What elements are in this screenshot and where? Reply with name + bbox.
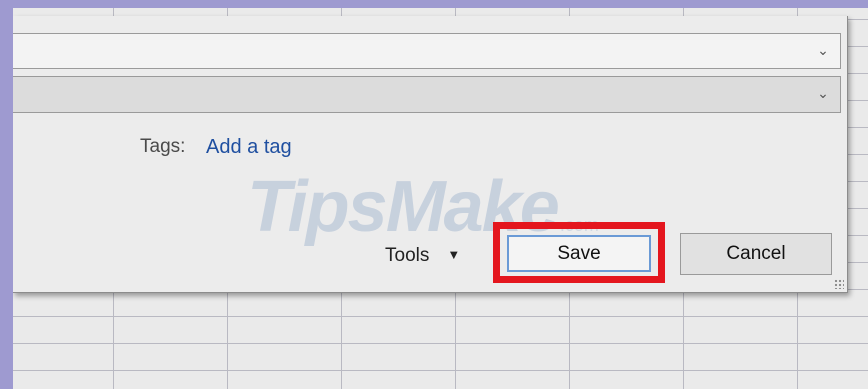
save-button[interactable]: Save — [507, 235, 651, 272]
chevron-down-icon[interactable]: ⌄ — [816, 86, 830, 100]
tools-menu-button[interactable]: Tools ▼ — [385, 245, 460, 267]
top-combobox[interactable]: ⌄ — [13, 33, 841, 69]
screen: ⌄ ⌄ Tags: Add a tag TipsMake .com Tools ▼ … — [13, 8, 868, 389]
tools-label: Tools — [385, 245, 430, 266]
second-combobox[interactable]: ⌄ — [13, 76, 841, 113]
cancel-button[interactable]: Cancel — [680, 233, 832, 275]
resize-grip-icon[interactable] — [834, 279, 844, 289]
save-button-label: Save — [557, 242, 601, 264]
chevron-down-icon[interactable]: ⌄ — [816, 43, 830, 57]
add-tag-link[interactable]: Add a tag — [206, 136, 292, 159]
save-as-dialog: ⌄ ⌄ Tags: Add a tag TipsMake .com Tools ▼ … — [13, 16, 848, 293]
caret-down-icon: ▼ — [447, 247, 461, 262]
tags-label: Tags: — [140, 136, 186, 157]
cancel-button-label: Cancel — [726, 243, 786, 264]
